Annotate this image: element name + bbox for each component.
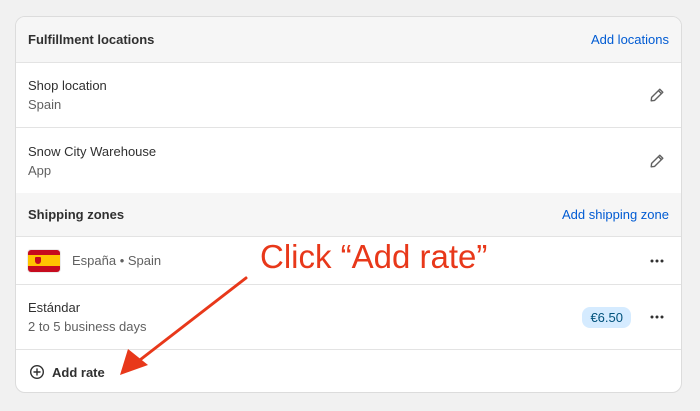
fulfillment-locations-header: Fulfillment locations Add locations (16, 17, 681, 63)
plus-circle-icon (29, 364, 45, 380)
add-rate-button[interactable]: Add rate (16, 350, 681, 392)
zone-info: España • Spain (28, 249, 162, 272)
edit-location-button[interactable] (645, 149, 669, 173)
screen: Fulfillment locations Add locations Shop… (0, 0, 700, 411)
location-name: Shop location (28, 78, 107, 93)
ellipsis-icon (650, 315, 664, 319)
add-locations-link[interactable]: Add locations (591, 32, 669, 47)
add-shipping-zone-link[interactable]: Add shipping zone (562, 207, 669, 222)
shipping-profile-card: Fulfillment locations Add locations Shop… (15, 16, 682, 393)
shipping-zones-header: Shipping zones Add shipping zone (16, 193, 681, 237)
rate-more-actions-button[interactable] (645, 305, 669, 329)
location-row-warehouse: Snow City Warehouse App (16, 128, 681, 193)
zone-more-actions-button[interactable] (645, 249, 669, 273)
annotation-callout: Click “Add rate” (260, 238, 488, 275)
location-text: Shop location Spain (28, 78, 107, 112)
rate-name: Estándar (28, 300, 81, 315)
pencil-icon (650, 154, 664, 167)
location-row-shop: Shop location Spain (16, 63, 681, 128)
rate-actions: €6.50 (582, 305, 669, 329)
location-text: Snow City Warehouse App (28, 144, 156, 178)
location-source: App (28, 162, 52, 178)
location-name: Snow City Warehouse (28, 143, 157, 159)
spain-flag-icon (28, 249, 60, 272)
edit-location-button[interactable] (645, 83, 669, 107)
location-country: Spain (28, 97, 62, 112)
rate-transit-time: 2 to 5 business days (28, 319, 147, 334)
rate-price-badge: €6.50 (582, 306, 631, 328)
rate-text: Estándar 2 to 5 business days (28, 300, 147, 334)
ellipsis-icon (650, 259, 664, 262)
rate-row-standard: Estándar 2 to 5 business days €6.50 (16, 285, 681, 350)
shipping-zones-title: Shipping zones (28, 207, 125, 222)
add-rate-label: Add rate (52, 364, 105, 380)
zone-name: España • Spain (72, 253, 162, 268)
fulfillment-locations-title: Fulfillment locations (28, 32, 155, 47)
pencil-icon (650, 88, 664, 102)
